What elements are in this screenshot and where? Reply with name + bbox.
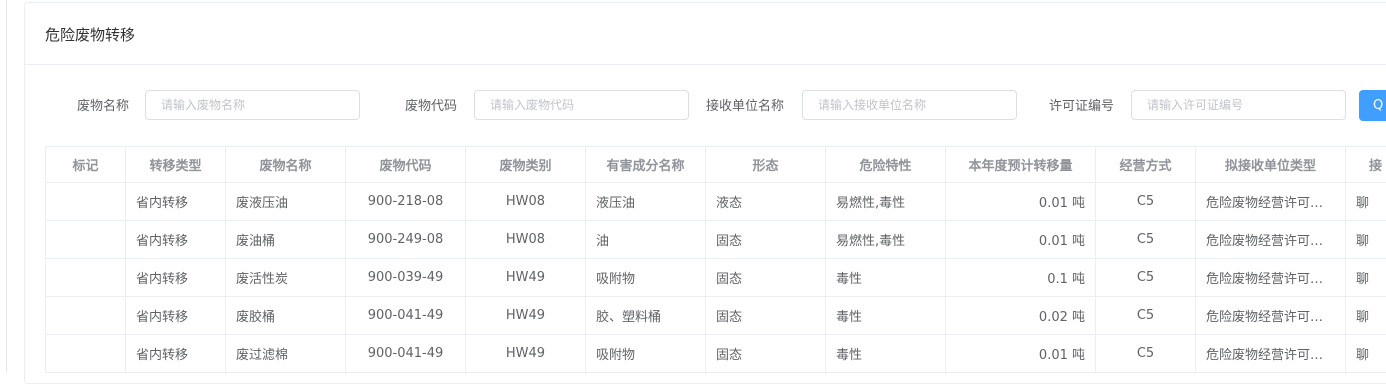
column-header-receiver-type: 拟接收单位类型 <box>1196 147 1346 183</box>
cell-waste-name: 废过滤棉 <box>226 335 346 373</box>
cell-receiver: 聊 <box>1346 297 1386 335</box>
cell-waste-name: 废胶桶 <box>226 297 346 335</box>
cell-hazard-property: 毒性 <box>826 297 946 335</box>
cell-receiver-type: 危险废物经营许可… <box>1196 221 1346 259</box>
waste-code-input[interactable]: 请输入废物代码 <box>474 90 689 120</box>
cell-waste-name: 废活性炭 <box>226 259 346 297</box>
cell-receiver-type: 危险废物经营许可… <box>1196 183 1346 221</box>
cell-waste-category: HW08 <box>466 183 586 221</box>
cell-waste-code: 900-249-08 <box>346 221 466 259</box>
column-header-waste-name: 废物名称 <box>226 147 346 183</box>
column-header-mark: 标记 <box>46 147 126 183</box>
cell-hazard-property: 毒性 <box>826 335 946 373</box>
cell-annual-quantity: 0.01 吨 <box>946 335 1096 373</box>
cell-harmful-component: 吸附物 <box>586 259 706 297</box>
cell-transfer-type: 省内转移 <box>126 297 226 335</box>
column-header-waste-code: 废物代码 <box>346 147 466 183</box>
table-row[interactable]: 省内转移 废液压油 900-218-08 HW08 液压油 液态 易燃性,毒性 … <box>46 183 1386 221</box>
cell-receiver-type: 危险废物经营许可… <box>1196 259 1346 297</box>
table-row[interactable]: 省内转移 废油桶 900-249-08 HW08 油 固态 易燃性,毒性 0.0… <box>46 221 1386 259</box>
cell-operation-mode: C5 <box>1096 183 1196 221</box>
cell-hazard-property: 易燃性,毒性 <box>826 183 946 221</box>
column-header-harmful-component: 有害成分名称 <box>586 147 706 183</box>
cell-annual-quantity: 0.02 吨 <box>946 297 1096 335</box>
cell-transfer-type: 省内转移 <box>126 183 226 221</box>
table-row[interactable]: 省内转移 废胶桶 900-041-49 HW49 胶、塑料桶 固态 毒性 0.0… <box>46 297 1386 335</box>
cell-waste-category: HW49 <box>466 297 586 335</box>
cell-form: 液态 <box>706 183 826 221</box>
cell-hazard-property: 毒性 <box>826 259 946 297</box>
page-left-divider <box>6 0 7 372</box>
column-header-operation-mode: 经营方式 <box>1096 147 1196 183</box>
cell-operation-mode: C5 <box>1096 335 1196 373</box>
receiver-name-input[interactable]: 请输入接收单位名称 <box>802 90 1017 120</box>
cell-waste-code: 900-039-49 <box>346 259 466 297</box>
column-header-waste-category: 废物类别 <box>466 147 586 183</box>
cell-waste-code: 900-218-08 <box>346 183 466 221</box>
cell-mark <box>46 183 126 221</box>
cell-receiver: 聊 <box>1346 259 1386 297</box>
cell-mark <box>46 297 126 335</box>
cell-annual-quantity: 0.01 吨 <box>946 221 1096 259</box>
cell-hazard-property: 易燃性,毒性 <box>826 221 946 259</box>
cell-receiver-type: 危险废物经营许可… <box>1196 335 1346 373</box>
cell-waste-name: 废液压油 <box>226 183 346 221</box>
cell-harmful-component: 吸附物 <box>586 335 706 373</box>
cell-operation-mode: C5 <box>1096 221 1196 259</box>
cell-receiver: 聊 <box>1346 335 1386 373</box>
cell-receiver-type: 危险废物经营许可… <box>1196 297 1346 335</box>
search-button[interactable]: Q <box>1359 90 1386 121</box>
cell-waste-category: HW08 <box>466 221 586 259</box>
cell-waste-code: 900-041-49 <box>346 297 466 335</box>
column-header-hazard-property: 危险特性 <box>826 147 946 183</box>
search-button-label: Q <box>1373 98 1383 113</box>
cell-harmful-component: 液压油 <box>586 183 706 221</box>
cell-receiver: 聊 <box>1346 221 1386 259</box>
table-header-row: 标记 转移类型 废物名称 废物代码 废物类别 有害成分名称 形态 危险特性 本年… <box>46 147 1386 183</box>
cell-harmful-component: 油 <box>586 221 706 259</box>
waste-name-label: 废物名称 <box>77 95 129 114</box>
cell-mark <box>46 259 126 297</box>
cell-form: 固态 <box>706 335 826 373</box>
receiver-name-label: 接收单位名称 <box>706 95 784 114</box>
cell-waste-name: 废油桶 <box>226 221 346 259</box>
cell-mark <box>46 221 126 259</box>
cell-operation-mode: C5 <box>1096 297 1196 335</box>
card-header: 危险废物转移 <box>25 3 1386 65</box>
column-header-transfer-type: 转移类型 <box>126 147 226 183</box>
waste-transfer-table: 标记 转移类型 废物名称 废物代码 废物类别 有害成分名称 形态 危险特性 本年… <box>45 146 1386 373</box>
cell-operation-mode: C5 <box>1096 259 1196 297</box>
license-number-label: 许可证编号 <box>1049 95 1114 114</box>
column-header-receiver: 接 <box>1346 147 1386 183</box>
cell-transfer-type: 省内转移 <box>126 259 226 297</box>
cell-annual-quantity: 0.1 吨 <box>946 259 1096 297</box>
cell-form: 固态 <box>706 221 826 259</box>
column-header-form: 形态 <box>706 147 826 183</box>
cell-waste-category: HW49 <box>466 259 586 297</box>
waste-name-input[interactable]: 请输入废物名称 <box>145 90 360 120</box>
cell-waste-category: HW49 <box>466 335 586 373</box>
cell-annual-quantity: 0.01 吨 <box>946 183 1096 221</box>
waste-code-label: 废物代码 <box>405 95 457 114</box>
license-number-input[interactable]: 请输入许可证编号 <box>1131 90 1346 120</box>
cell-form: 固态 <box>706 259 826 297</box>
cell-transfer-type: 省内转移 <box>126 221 226 259</box>
table-row[interactable]: 省内转移 废活性炭 900-039-49 HW49 吸附物 固态 毒性 0.1 … <box>46 259 1386 297</box>
table-row[interactable]: 省内转移 废过滤棉 900-041-49 HW49 吸附物 固态 毒性 0.01… <box>46 335 1386 373</box>
cell-form: 固态 <box>706 297 826 335</box>
card-title: 危险废物转移 <box>45 24 135 45</box>
cell-harmful-component: 胶、塑料桶 <box>586 297 706 335</box>
cell-mark <box>46 335 126 373</box>
cell-waste-code: 900-041-49 <box>346 335 466 373</box>
cell-receiver: 聊 <box>1346 183 1386 221</box>
column-header-annual-quantity: 本年度预计转移量 <box>946 147 1096 183</box>
cell-transfer-type: 省内转移 <box>126 335 226 373</box>
